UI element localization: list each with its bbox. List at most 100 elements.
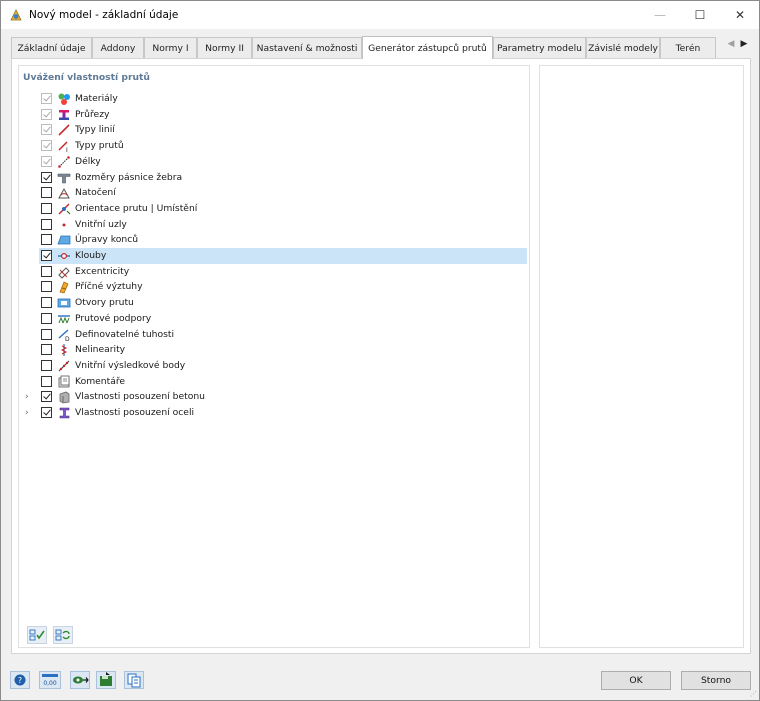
tree-item[interactable]: › Vlastnosti posouzení betonu (19, 389, 529, 405)
tree-item-label: Rozměry pásnice žebra (75, 171, 183, 183)
materials-icon (58, 93, 70, 105)
tree-item[interactable]: D Definovatelné tuhosti (19, 327, 529, 343)
item-checkbox[interactable] (41, 375, 52, 387)
lengths-icon (58, 155, 70, 168)
units-button[interactable]: 0,00 (39, 670, 61, 690)
tree-item[interactable]: Komentáře (19, 374, 529, 390)
tree-item[interactable]: Materiály (19, 91, 529, 107)
tree-item[interactable]: Prutové podpory (19, 311, 529, 327)
svg-text:I: I (66, 147, 68, 153)
tree-item-label: Definovatelné tuhosti (75, 328, 175, 340)
item-checkbox[interactable] (41, 359, 52, 371)
nonlinearities-icon (60, 344, 68, 357)
tree-item[interactable]: Klouby (19, 248, 529, 264)
tree-item[interactable]: Délky (19, 154, 529, 170)
dialog-footer: ? 0,00 OK Storno (1, 661, 759, 701)
svg-text:?: ? (18, 676, 22, 685)
item-checkbox[interactable] (41, 218, 52, 230)
tree-item[interactable]: Typy linií (19, 122, 529, 138)
ok-button[interactable]: OK (601, 671, 671, 690)
item-checkbox[interactable] (41, 187, 52, 199)
svg-text:0,00: 0,00 (43, 680, 57, 687)
tab-standards-1[interactable]: Normy I (144, 37, 197, 58)
tab-scroll-right-icon[interactable]: ▶ (738, 39, 750, 53)
tree-item-label: Vnitřní uzly (75, 218, 127, 230)
item-checkbox (41, 140, 52, 152)
load-save-button[interactable] (95, 670, 117, 690)
copy-button[interactable] (123, 670, 145, 690)
member-orientation-icon (58, 203, 71, 215)
tree-item[interactable]: Vnitřní uzly (19, 217, 529, 233)
rib-flange-icon (57, 173, 71, 183)
member-properties-panel: Uvážení vlastností prutů Materiály Průřez… (18, 65, 530, 648)
expand-chevron-icon[interactable]: › (25, 408, 33, 418)
tree-item[interactable]: › Vlastnosti posouzení oceli (19, 405, 529, 421)
display-button[interactable] (69, 670, 91, 690)
tree-item-label: Typy prutů (75, 140, 124, 152)
expand-chevron-icon[interactable]: › (25, 392, 33, 402)
tree-item[interactable]: I Typy prutů (19, 138, 529, 154)
tab-addons[interactable]: Addony (92, 37, 144, 58)
tree-item-label: Klouby (75, 250, 107, 261)
cancel-button[interactable]: Storno (681, 671, 751, 690)
window-title: Nový model - základní údaje (29, 9, 179, 21)
item-checkbox[interactable] (41, 312, 52, 324)
tree-item-label: Excentricity (75, 265, 130, 277)
tree-item-label: Nelinearity (75, 344, 126, 356)
preview-panel (539, 65, 744, 648)
item-checkbox[interactable] (41, 281, 52, 293)
item-checkbox[interactable] (41, 234, 52, 246)
steel-design-icon (59, 407, 70, 419)
tab-scroll-left-icon[interactable]: ◀ (725, 39, 737, 53)
item-checkbox[interactable] (41, 344, 52, 356)
tree-item-label: Úpravy konců (75, 234, 139, 246)
item-checkbox[interactable] (41, 407, 52, 418)
svg-text:D: D (65, 336, 70, 342)
tree-item-label: Délky (75, 155, 101, 167)
member-types-icon: I (58, 141, 68, 153)
tab-member-representatives[interactable]: Generátor zástupců prutů (362, 36, 493, 59)
tree-item-label: Otvory prutu (75, 297, 134, 309)
item-checkbox[interactable] (41, 250, 52, 261)
resize-grip-icon[interactable]: ⋰ (750, 690, 757, 698)
tree-item[interactable]: Vnitřní výsledkové body (19, 358, 529, 374)
close-button[interactable]: ✕ (717, 1, 760, 29)
item-checkbox[interactable] (41, 265, 52, 277)
result-points-icon (58, 360, 70, 372)
item-checkbox[interactable] (41, 202, 52, 214)
item-checkbox[interactable] (41, 391, 52, 403)
item-checkbox[interactable] (41, 171, 52, 183)
item-checkbox[interactable] (41, 328, 52, 340)
check-all-button[interactable] (27, 626, 47, 644)
tree-item[interactable]: Příčné výztuhy (19, 279, 529, 295)
tab-basic-data[interactable]: Základní údaje (11, 37, 92, 58)
tree-item[interactable]: Natočení (19, 185, 529, 201)
tree-item[interactable]: Průřezy (19, 107, 529, 123)
tab-standards-2[interactable]: Normy II (197, 37, 252, 58)
tree-item[interactable]: Orientace prutu | Umístění (19, 201, 529, 217)
invert-selection-icon (55, 629, 70, 641)
tree-item[interactable]: Excentricity (19, 264, 529, 280)
tab-settings-options[interactable]: Nastavení & možnosti (252, 37, 362, 58)
tab-bar: Základní údaje Addony Normy I Normy II N… (11, 36, 751, 59)
help-button[interactable]: ? (9, 670, 31, 690)
save-load-icon (96, 671, 116, 689)
tree-item[interactable]: Úpravy konců (19, 232, 529, 248)
rotation-icon (58, 188, 70, 199)
tab-terrain[interactable]: Terén (660, 37, 716, 58)
copy-document-icon (124, 671, 144, 689)
item-checkbox[interactable] (41, 297, 52, 309)
tab-dependent-models[interactable]: Závislé modely (586, 37, 660, 58)
hinges-icon (58, 252, 70, 260)
item-checkbox (41, 108, 52, 120)
section-title: Uvážení vlastností prutů (23, 72, 150, 83)
check-all-icon (29, 629, 45, 641)
tree-item-label: Prutové podpory (75, 312, 152, 324)
tree-item[interactable]: Otvory prutu (19, 295, 529, 311)
concrete-design-icon (59, 391, 70, 404)
help-icon: ? (10, 671, 30, 689)
tree-item[interactable]: Nelinearity (19, 342, 529, 358)
tree-item[interactable]: Rozměry pásnice žebra (19, 170, 529, 186)
invert-selection-button[interactable] (53, 626, 73, 644)
tab-model-parameters[interactable]: Parametry modelu (493, 37, 586, 58)
